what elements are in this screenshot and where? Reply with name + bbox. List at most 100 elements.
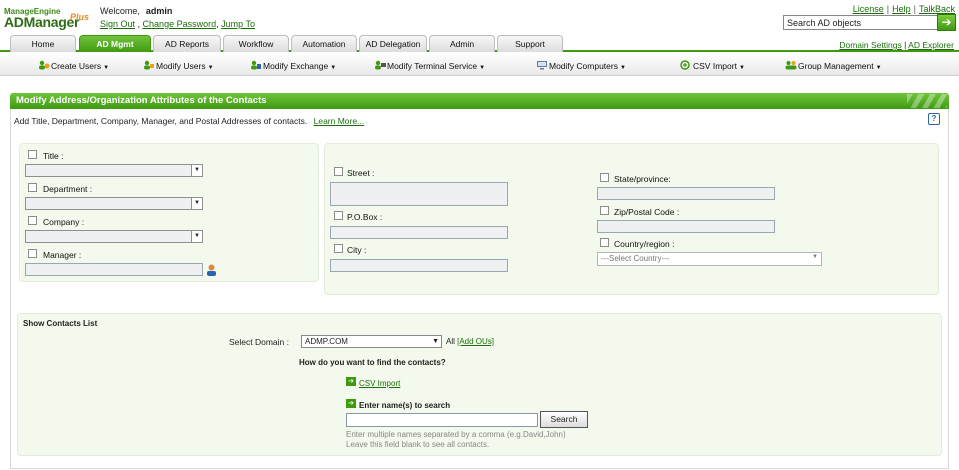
tab-automation[interactable]: Automation xyxy=(291,35,357,52)
title-checkbox[interactable] xyxy=(28,150,37,159)
panel-title: Modify Address/Organization Attributes o… xyxy=(10,93,949,109)
arrow-right-icon: ➔ xyxy=(346,377,356,386)
tab-admin[interactable]: Admin xyxy=(429,35,495,52)
manager-label: Manager : xyxy=(43,250,82,260)
department-checkbox[interactable] xyxy=(28,183,37,192)
search-go-button[interactable]: ➔ xyxy=(937,14,956,31)
country-label: Country/region : xyxy=(614,239,675,249)
sub-menu-bar: Create Users ▼ Modify Users ▼ Modify Excha… xyxy=(0,55,959,76)
pobox-input[interactable] xyxy=(330,226,508,239)
country-select[interactable]: ---Select Country--- ▼ xyxy=(597,252,822,266)
enter-names-label: Enter name(s) to search xyxy=(359,401,451,410)
street-label: Street : xyxy=(347,168,375,178)
domain-select-value: ADMP.COM xyxy=(305,337,348,346)
tab-ad-mgmt[interactable]: AD Mgmt xyxy=(79,35,151,52)
user-links: Sign Out , Change Password, Jump To xyxy=(100,19,255,29)
hint-blank-field: Leave this field blank to see all contac… xyxy=(346,440,490,449)
talkback-link[interactable]: TalkBack xyxy=(919,4,955,14)
menu-csv-import-label: CSV Import xyxy=(693,61,737,71)
city-input[interactable] xyxy=(330,259,508,272)
change-password-link[interactable]: Change Password xyxy=(143,19,217,29)
domain-scope: All [Add OUs] xyxy=(446,337,494,346)
help-link[interactable]: Help xyxy=(892,4,911,14)
company-label: Company : xyxy=(43,217,85,227)
menu-modify-terminal-service[interactable]: Modify Terminal Service ▼ xyxy=(374,60,485,71)
add-ous-link[interactable]: [Add OUs] xyxy=(457,337,494,346)
state-checkbox[interactable] xyxy=(600,173,609,182)
street-checkbox[interactable] xyxy=(334,167,343,176)
department-label: Department : xyxy=(43,184,93,194)
chevron-down-icon: ▼ xyxy=(191,231,202,242)
terminal-service-icon xyxy=(375,60,386,70)
tab-support[interactable]: Support xyxy=(497,35,563,52)
city-label: City : xyxy=(347,245,367,255)
menu-modify-exchange-label: Modify Exchange xyxy=(263,61,329,71)
license-link[interactable]: License xyxy=(853,4,884,14)
tab-home[interactable]: Home xyxy=(10,35,76,52)
menu-modify-computers[interactable]: Modify Computers ▼ xyxy=(536,60,626,71)
computer-icon xyxy=(537,61,547,70)
panel-header-decoration xyxy=(907,94,947,108)
chevron-down-icon: ▼ xyxy=(432,338,439,345)
names-search-input[interactable] xyxy=(346,413,538,427)
all-ous-text: All xyxy=(446,337,455,346)
country-checkbox[interactable] xyxy=(600,238,609,247)
chevron-down-icon: ▼ xyxy=(191,198,202,209)
city-checkbox[interactable] xyxy=(334,244,343,253)
menu-group-management[interactable]: Group Management ▼ xyxy=(785,60,882,71)
chevron-down-icon: ▼ xyxy=(812,254,818,260)
menu-create-users-label: Create Users xyxy=(51,61,102,71)
create-users-icon xyxy=(39,60,50,70)
street-textarea[interactable] xyxy=(330,182,508,206)
modify-users-icon xyxy=(144,60,154,70)
zip-input[interactable] xyxy=(597,220,775,233)
find-contacts-question: How do you want to find the contacts? xyxy=(299,358,446,367)
ad-explorer-link[interactable]: AD Explorer xyxy=(908,40,954,50)
select-manager-icon[interactable] xyxy=(206,264,217,276)
menu-modify-exchange[interactable]: Modify Exchange ▼ xyxy=(250,60,336,71)
search-contacts-button[interactable]: Search xyxy=(540,411,588,428)
domain-settings-link[interactable]: Domain Settings xyxy=(839,40,901,50)
modify-exchange-icon xyxy=(251,60,261,70)
menu-modify-users-label: Modify Users xyxy=(156,61,206,71)
menu-modify-users[interactable]: Modify Users ▼ xyxy=(143,60,214,71)
learn-more-link[interactable]: Learn More... xyxy=(314,116,365,126)
menu-create-users[interactable]: Create Users ▼ xyxy=(38,60,109,71)
company-select[interactable]: ▼ xyxy=(25,230,203,243)
top-links: License | Help | TalkBack xyxy=(852,4,955,14)
department-select[interactable]: ▼ xyxy=(25,197,203,210)
pobox-checkbox[interactable] xyxy=(334,211,343,220)
menu-modify-computers-label: Modify Computers xyxy=(549,61,618,71)
tab-workflow[interactable]: Workflow xyxy=(223,35,289,52)
zip-checkbox[interactable] xyxy=(600,206,609,215)
group-icon xyxy=(785,61,797,70)
csv-import-icon xyxy=(680,60,690,70)
sign-out-link[interactable]: Sign Out xyxy=(100,19,135,29)
title-select[interactable]: ▼ xyxy=(25,164,203,177)
menu-modify-terminal-service-label: Modify Terminal Service xyxy=(387,61,478,71)
arrow-right-icon: ➔ xyxy=(346,399,356,408)
zip-label: Zip/Postal Code : xyxy=(614,207,680,217)
panel-description: Add Title, Department, Company, Manager,… xyxy=(14,116,364,126)
description-text: Add Title, Department, Company, Manager,… xyxy=(14,116,308,126)
state-input[interactable] xyxy=(597,187,775,200)
welcome-text: Welcome, admin xyxy=(100,6,172,16)
welcome-label: Welcome, xyxy=(100,6,140,16)
csv-import-link[interactable]: CSV Import xyxy=(359,379,400,388)
company-checkbox[interactable] xyxy=(28,216,37,225)
tab-ad-delegation[interactable]: AD Delegation xyxy=(359,35,427,52)
jump-to-link[interactable]: Jump To xyxy=(221,19,255,29)
manager-checkbox[interactable] xyxy=(28,249,37,258)
state-label: State/province: xyxy=(614,174,671,184)
logo-product: ADManager xyxy=(4,14,80,30)
domain-select[interactable]: ADMP.COM ▼ xyxy=(301,335,442,348)
manager-input[interactable] xyxy=(25,263,203,276)
select-domain-label: Select Domain : xyxy=(229,337,289,347)
menu-csv-import[interactable]: CSV Import ▼ xyxy=(680,60,745,71)
chevron-down-icon: ▼ xyxy=(191,165,202,176)
username: admin xyxy=(145,6,173,16)
help-icon[interactable]: ? xyxy=(928,113,940,125)
tab-ad-reports[interactable]: AD Reports xyxy=(153,35,221,52)
main-tabs: Home AD Mgmt AD Reports Workflow Automat… xyxy=(0,35,959,52)
search-input[interactable] xyxy=(783,15,938,30)
